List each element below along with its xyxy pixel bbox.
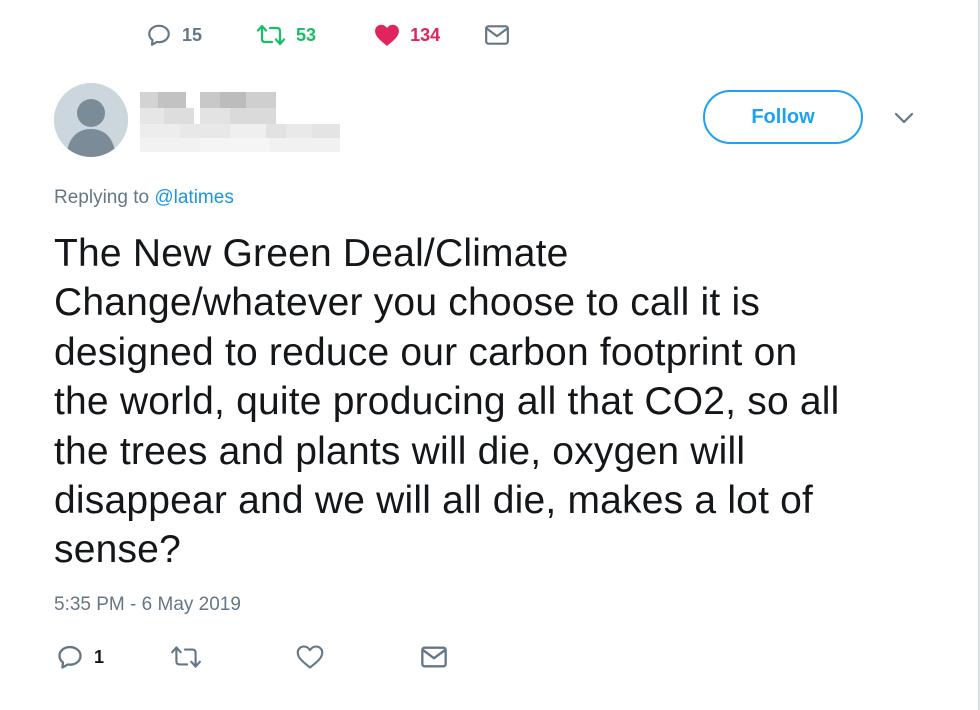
avatar[interactable] [54, 83, 128, 157]
tweet-line: disappear and we will all die, makes a l… [54, 479, 814, 523]
tweet-line: The New Green Deal/Climate [54, 232, 569, 275]
retweet-icon [170, 643, 202, 671]
reply-icon [146, 22, 172, 48]
default-avatar-icon [54, 83, 128, 157]
tweet-text: The New Green Deal/Climate Change/whatev… [54, 229, 934, 575]
bottom-action-bar: 1 [56, 643, 448, 671]
reply-count: 1 [94, 646, 105, 667]
like-button[interactable] [296, 644, 324, 670]
top-action-bar: 15 53 134 [146, 22, 510, 48]
top-retweet-button[interactable]: 53 [256, 22, 316, 48]
top-reply-button[interactable]: 15 [146, 22, 202, 48]
envelope-icon [420, 644, 448, 670]
redacted-user-name [140, 90, 340, 154]
retweet-button[interactable] [170, 643, 202, 671]
follow-button[interactable]: Follow [703, 90, 863, 144]
envelope-icon [484, 23, 510, 47]
reply-context: Replying to @latimes [54, 187, 234, 209]
tweet-line: the world, quite producing all that CO2,… [54, 380, 840, 424]
reply-button[interactable]: 1 [56, 643, 104, 671]
tweet-page: 15 53 134 Follow Replying to @latimes Th… [0, 0, 980, 710]
top-reply-count: 15 [182, 24, 203, 45]
heart-icon [374, 23, 400, 47]
more-options-button[interactable] [893, 110, 915, 131]
top-message-button[interactable] [484, 23, 510, 47]
message-button[interactable] [420, 644, 448, 670]
reply-icon [56, 643, 84, 671]
heart-icon [296, 644, 324, 670]
top-retweet-count: 53 [296, 24, 317, 45]
replying-prefix: Replying to [54, 187, 150, 208]
tweet-line: designed to reduce our carbon footprint … [54, 330, 798, 374]
top-like-button[interactable]: 134 [374, 23, 440, 47]
tweet-timestamp[interactable]: 5:35 PM - 6 May 2019 [54, 594, 241, 616]
tweet-line: the trees and plants will die, oxygen wi… [54, 429, 746, 473]
top-like-count: 134 [410, 24, 441, 45]
replying-handle-link[interactable]: @latimes [154, 187, 233, 208]
chevron-down-icon [893, 112, 915, 130]
retweet-icon [256, 22, 286, 48]
tweet-line: Change/whatever you choose to call it is [54, 281, 761, 325]
tweet-line: sense? [54, 528, 181, 572]
